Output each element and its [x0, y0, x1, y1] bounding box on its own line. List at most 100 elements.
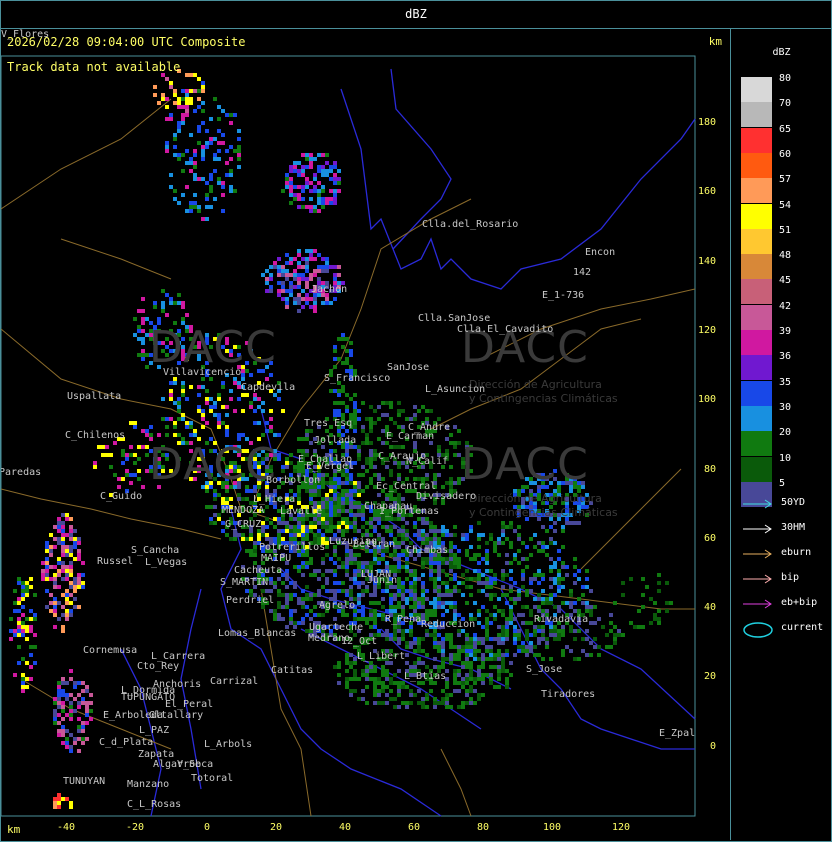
radar-echo-pixel: [277, 457, 281, 461]
radar-echo-pixel: [285, 597, 289, 601]
radar-echo-pixel: [465, 533, 469, 537]
radar-echo-pixel: [285, 253, 289, 257]
radar-echo-pixel: [265, 533, 269, 537]
radar-echo-pixel: [577, 577, 581, 581]
radar-echo-pixel: [353, 405, 357, 409]
radar-echo-pixel: [361, 561, 365, 565]
radar-echo-pixel: [397, 593, 401, 597]
radar-echo-pixel: [509, 585, 513, 589]
radar-echo-pixel: [141, 309, 145, 313]
radar-echo-pixel: [585, 605, 589, 609]
radar-echo-pixel: [433, 637, 437, 641]
radar-echo-pixel: [197, 385, 201, 389]
radar-echo-pixel: [289, 593, 293, 597]
radar-echo-pixel: [369, 665, 373, 669]
radar-echo-pixel: [189, 425, 193, 429]
radar-echo-pixel: [397, 625, 401, 629]
radar-echo-pixel: [145, 429, 149, 433]
radar-echo-pixel: [301, 297, 305, 301]
radar-echo-pixel: [441, 661, 445, 665]
radar-echo-pixel: [453, 657, 457, 661]
radar-echo-pixel: [513, 641, 517, 645]
radar-echo-pixel: [533, 573, 537, 577]
radar-map[interactable]: DACC DACC DACC DACC Dirección de Agricul…: [1, 29, 731, 840]
radar-echo-pixel: [397, 445, 401, 449]
radar-echo-pixel: [337, 389, 341, 393]
radar-echo-pixel: [253, 541, 257, 545]
radar-echo-pixel: [405, 537, 409, 541]
radar-echo-pixel: [353, 529, 357, 533]
radar-echo-pixel: [389, 633, 393, 637]
radar-echo-pixel: [53, 597, 57, 601]
radar-echo-pixel: [621, 581, 625, 585]
radar-echo-pixel: [397, 409, 401, 413]
radar-echo-pixel: [205, 389, 209, 393]
radar-echo-pixel: [641, 593, 645, 597]
radar-echo-pixel: [345, 561, 349, 565]
radar-echo-pixel: [313, 573, 317, 577]
radar-echo-pixel: [381, 525, 385, 529]
radar-echo-pixel: [333, 509, 337, 513]
radar-echo-pixel: [449, 433, 453, 437]
radar-echo-pixel: [313, 525, 317, 529]
radar-echo-pixel: [373, 449, 377, 453]
radar-echo-pixel: [377, 601, 381, 605]
radar-echo-pixel: [269, 609, 273, 613]
ellipse-icon: [743, 622, 773, 638]
radar-echo-pixel: [505, 537, 509, 541]
radar-echo-pixel: [409, 689, 413, 693]
radar-echo-pixel: [501, 653, 505, 657]
radar-echo-pixel: [245, 393, 249, 397]
radar-echo-pixel: [481, 641, 485, 645]
radar-echo-pixel: [297, 301, 301, 305]
radar-echo-pixel: [353, 417, 357, 421]
radar-echo-pixel: [325, 505, 329, 509]
radar-echo-pixel: [129, 453, 133, 457]
radar-echo-pixel: [469, 669, 473, 673]
radar-echo-pixel: [393, 681, 397, 685]
radar-echo-pixel: [425, 693, 429, 697]
radar-echo-pixel: [205, 401, 209, 405]
radar-echo-pixel: [301, 617, 305, 621]
radar-echo-pixel: [349, 689, 353, 693]
radar-echo-pixel: [425, 533, 429, 537]
radar-echo-pixel: [449, 533, 453, 537]
radar-echo-pixel: [77, 717, 81, 721]
radar-echo-pixel: [433, 585, 437, 589]
radar-echo-pixel: [249, 549, 253, 553]
radar-echo-pixel: [433, 525, 437, 529]
legend-swatch: [741, 456, 772, 482]
radar-echo-pixel: [77, 577, 81, 581]
radar-echo-pixel: [237, 433, 241, 437]
radar-echo-pixel: [341, 361, 345, 365]
radar-echo-pixel: [485, 673, 489, 677]
radar-echo-pixel: [509, 605, 513, 609]
radar-echo-pixel: [301, 561, 305, 565]
radar-echo-pixel: [453, 589, 457, 593]
radar-echo-pixel: [65, 553, 69, 557]
radar-echo-pixel: [401, 609, 405, 613]
radar-echo-pixel: [341, 501, 345, 505]
radar-echo-pixel: [129, 421, 133, 425]
radar-echo-pixel: [293, 517, 297, 521]
radar-echo-pixel: [77, 585, 81, 589]
radar-echo-pixel: [397, 473, 401, 477]
radar-echo-pixel: [61, 741, 65, 745]
radar-echo-pixel: [473, 653, 477, 657]
radar-echo-pixel: [457, 557, 461, 561]
radar-echo-pixel: [277, 433, 281, 437]
radar-echo-pixel: [61, 521, 65, 525]
radar-echo-pixel: [393, 445, 397, 449]
radar-echo-pixel: [329, 521, 333, 525]
radar-echo-pixel: [437, 557, 441, 561]
radar-echo-pixel: [657, 621, 661, 625]
radar-echo-pixel: [165, 293, 169, 297]
radar-echo-pixel: [341, 413, 345, 417]
radar-echo-pixel: [301, 169, 305, 173]
radar-echo-pixel: [313, 301, 317, 305]
radar-echo-pixel: [245, 497, 249, 501]
radar-echo-pixel: [145, 317, 149, 321]
radar-echo-pixel: [349, 589, 353, 593]
radar-echo-pixel: [405, 521, 409, 525]
radar-echo-pixel: [9, 629, 13, 633]
